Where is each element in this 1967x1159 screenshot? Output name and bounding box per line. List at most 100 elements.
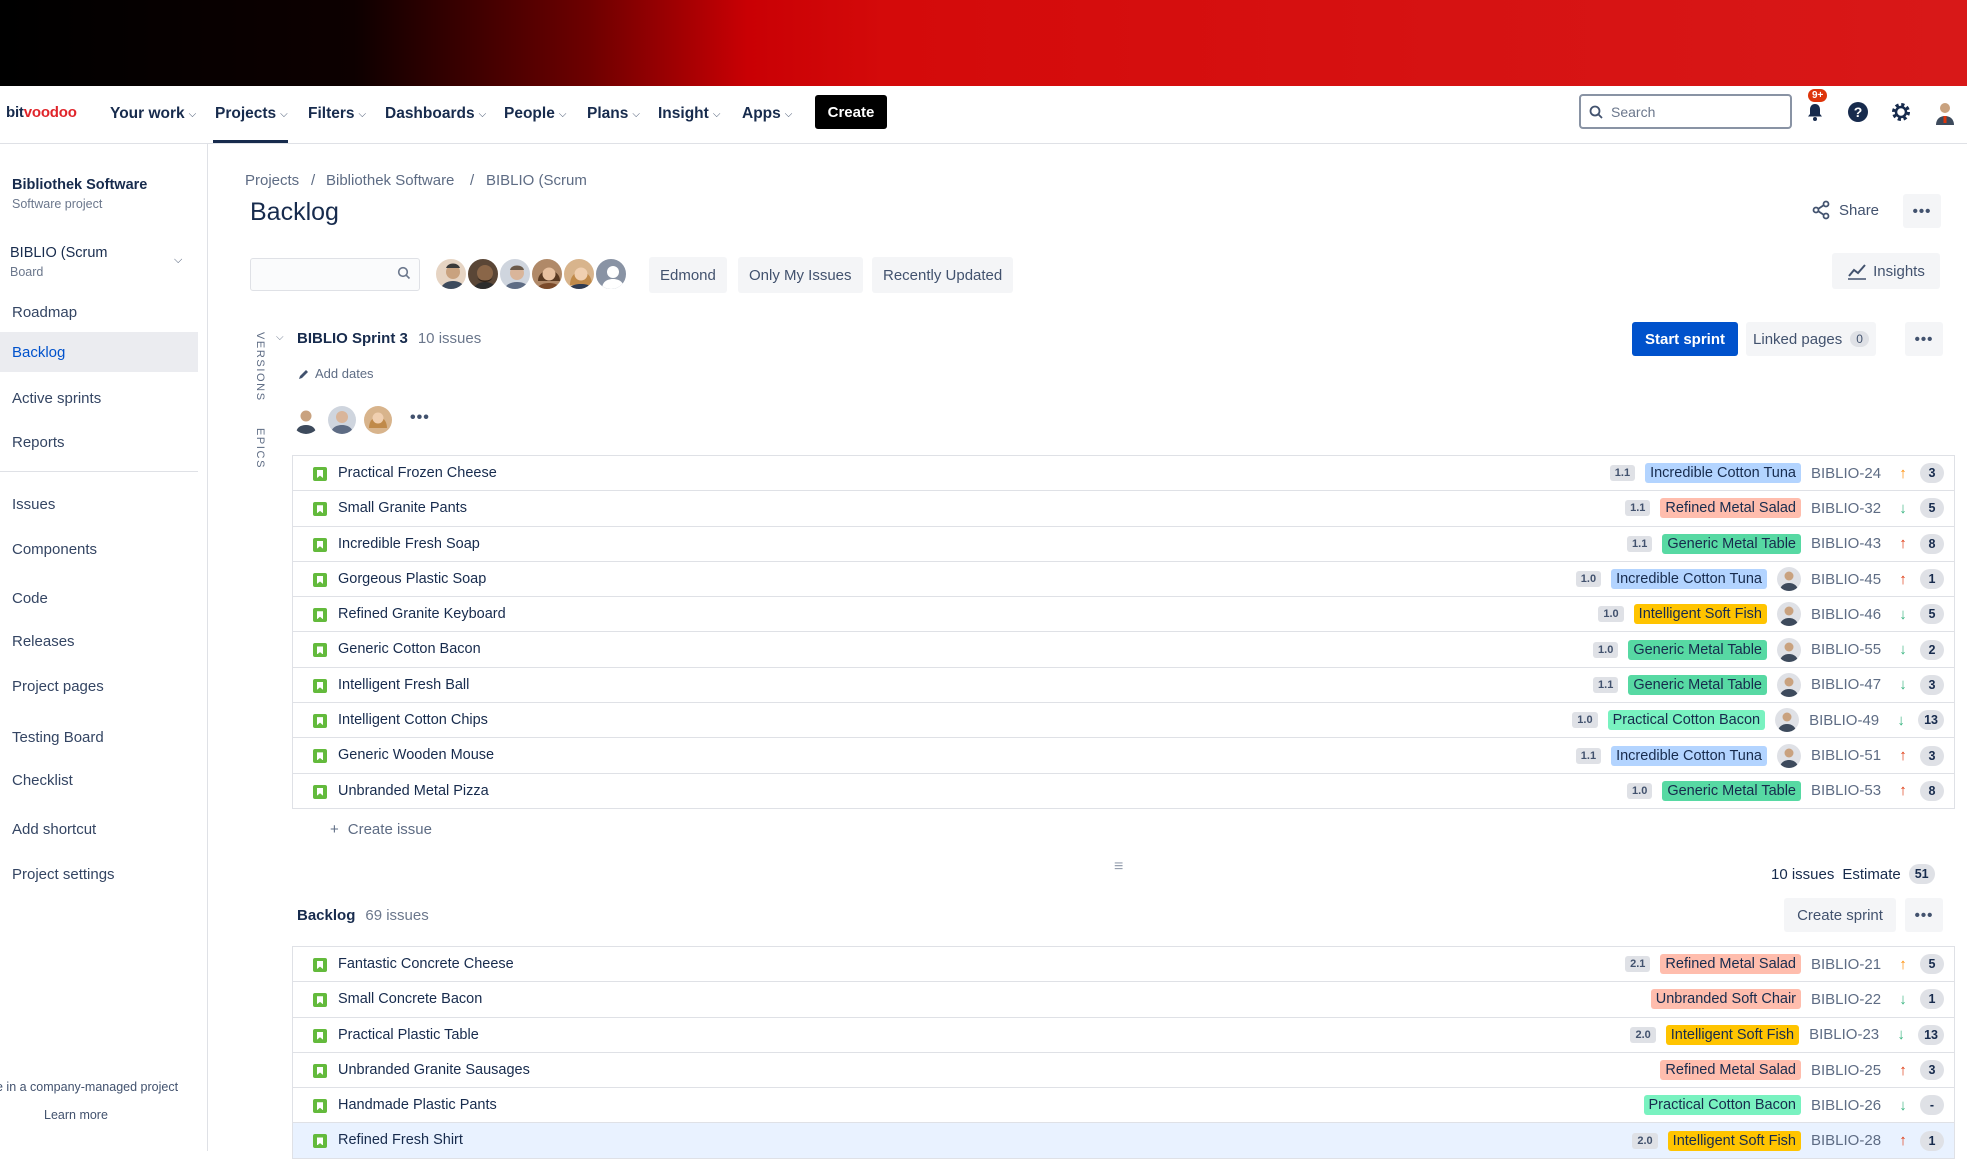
nav-projects[interactable]: Projects ⌵ xyxy=(215,103,288,125)
issue-summary[interactable]: Small Concrete Bacon xyxy=(338,991,482,1007)
issue-key[interactable]: BIBLIO-47 xyxy=(1811,676,1886,693)
sidebar-item-active-sprints[interactable]: Active sprints xyxy=(0,378,198,418)
start-sprint-button[interactable]: Start sprint xyxy=(1632,322,1738,356)
issue-summary[interactable]: Incredible Fresh Soap xyxy=(338,536,480,552)
nav-insight[interactable]: Insight ⌵ xyxy=(658,103,720,125)
add-dates-button[interactable]: Add dates xyxy=(298,366,374,381)
search-input[interactable]: Search xyxy=(1579,94,1792,129)
issue-summary[interactable]: Generic Cotton Bacon xyxy=(338,641,481,657)
epics-tab[interactable]: EPICS xyxy=(254,428,266,469)
issue-key[interactable]: BIBLIO-21 xyxy=(1811,956,1886,973)
epic-lozenge[interactable]: Generic Metal Table xyxy=(1662,780,1801,801)
collapse-sprint-icon[interactable]: ⌵ xyxy=(276,332,284,343)
issue-key[interactable]: BIBLIO-23 xyxy=(1809,1026,1884,1043)
more-assignees-icon[interactable]: ••• xyxy=(410,409,430,427)
issue-row[interactable]: Incredible Fresh Soap 1.1 Generic Metal Ta… xyxy=(293,526,1954,562)
assignee-avatar[interactable] xyxy=(1777,743,1801,768)
epic-lozenge[interactable]: Incredible Cotton Tuna xyxy=(1611,569,1767,590)
avatar[interactable] xyxy=(498,257,532,291)
issue-summary[interactable]: Practical Frozen Cheese xyxy=(338,465,497,481)
avatar[interactable] xyxy=(466,257,500,291)
drag-handle-icon[interactable]: ≡ xyxy=(1114,858,1123,876)
chevron-down-icon[interactable]: ⌵ xyxy=(174,254,182,267)
board-selector[interactable]: BIBLIO (Scrum xyxy=(10,245,108,261)
issue-key[interactable]: BIBLIO-28 xyxy=(1811,1132,1886,1149)
issue-key[interactable]: BIBLIO-26 xyxy=(1811,1097,1886,1114)
issue-row[interactable]: Unbranded Granite Sausages Refined Metal … xyxy=(293,1052,1954,1089)
sidebar-item-checklist[interactable]: Checklist xyxy=(0,760,198,800)
avatar[interactable] xyxy=(530,257,564,291)
avatar[interactable] xyxy=(434,257,468,291)
filter-only-my-issues[interactable]: Only My Issues xyxy=(738,257,863,293)
sidebar-item-add-shortcut[interactable]: Add shortcut xyxy=(0,809,198,849)
nav-people[interactable]: People ⌵ xyxy=(504,103,566,125)
avatar[interactable] xyxy=(364,406,392,434)
backlog-more-button[interactable]: ••• xyxy=(1905,898,1943,932)
epic-lozenge[interactable]: Generic Metal Table xyxy=(1662,533,1801,554)
issue-summary[interactable]: Handmade Plastic Pants xyxy=(338,1097,497,1113)
sidebar-item-project-settings[interactable]: Project settings xyxy=(0,854,198,894)
issue-row[interactable]: Practical Plastic Table 2.0 Intelligent So… xyxy=(293,1017,1954,1053)
issue-summary[interactable]: Refined Fresh Shirt xyxy=(338,1132,463,1148)
issue-key[interactable]: BIBLIO-51 xyxy=(1811,747,1886,764)
filter-recently-updated[interactable]: Recently Updated xyxy=(872,257,1014,293)
issue-key[interactable]: BIBLIO-55 xyxy=(1811,641,1886,658)
issue-row[interactable]: Intelligent Fresh Ball 1.1 Generic Metal T… xyxy=(293,667,1954,704)
issue-row[interactable]: Small Concrete Bacon Unbranded Soft Chair… xyxy=(293,982,1954,1018)
nav-apps[interactable]: Apps ⌵ xyxy=(742,103,792,125)
assignee-avatar[interactable] xyxy=(1777,567,1801,592)
epic-lozenge[interactable]: Intelligent Soft Fish xyxy=(1633,604,1767,625)
epic-lozenge[interactable]: Refined Metal Salad xyxy=(1660,1060,1801,1081)
create-sprint-button[interactable]: Create sprint xyxy=(1784,898,1896,932)
epic-lozenge[interactable]: Generic Metal Table xyxy=(1628,674,1767,695)
epic-lozenge[interactable]: Incredible Cotton Tuna xyxy=(1611,745,1767,766)
breadcrumb-board[interactable]: BIBLIO (Scrum xyxy=(486,172,587,189)
page-more-button[interactable]: ••• xyxy=(1903,194,1941,228)
issue-summary[interactable]: Practical Plastic Table xyxy=(338,1027,479,1043)
nav-your-work[interactable]: Your work ⌵ xyxy=(110,103,196,125)
epic-lozenge[interactable]: Practical Cotton Bacon xyxy=(1643,1095,1801,1116)
sidebar-item-roadmap[interactable]: Roadmap xyxy=(0,292,198,332)
assignee-avatar[interactable] xyxy=(1777,602,1801,627)
nav-plans[interactable]: Plans ⌵ xyxy=(587,103,640,125)
issue-summary[interactable]: Fantastic Concrete Cheese xyxy=(338,956,514,972)
backlog-search-input[interactable] xyxy=(250,258,420,291)
epic-lozenge[interactable]: Incredible Cotton Tuna xyxy=(1645,463,1801,484)
settings-button[interactable] xyxy=(1887,98,1915,126)
sidebar-item-project-pages[interactable]: Project pages xyxy=(0,666,198,706)
filter-edmond[interactable]: Edmond xyxy=(649,257,727,293)
linked-pages-button[interactable]: Linked pages 0 xyxy=(1746,322,1876,356)
epic-lozenge[interactable]: Unbranded Soft Chair xyxy=(1650,989,1801,1010)
issue-key[interactable]: BIBLIO-22 xyxy=(1811,991,1886,1008)
versions-tab[interactable]: VERSIONS xyxy=(254,332,266,402)
sidebar-item-components[interactable]: Components xyxy=(0,529,198,569)
issue-summary[interactable]: Unbranded Granite Sausages xyxy=(338,1062,530,1078)
epic-lozenge[interactable]: Refined Metal Salad xyxy=(1660,954,1801,975)
insights-button[interactable]: Insights xyxy=(1832,253,1940,289)
epic-lozenge[interactable]: Generic Metal Table xyxy=(1628,639,1767,660)
help-button[interactable]: ? xyxy=(1844,98,1872,126)
issue-key[interactable]: BIBLIO-45 xyxy=(1811,571,1886,588)
issue-summary[interactable]: Refined Granite Keyboard xyxy=(338,606,506,622)
issue-row[interactable]: Fantastic Concrete Cheese 2.1 Refined Meta… xyxy=(293,947,1954,983)
sidebar-item-releases[interactable]: Releases xyxy=(0,621,198,661)
issue-summary[interactable]: Gorgeous Plastic Soap xyxy=(338,571,486,587)
issue-row[interactable]: Refined Fresh Shirt 2.0 Intelligent Soft F… xyxy=(293,1123,1954,1159)
epic-lozenge[interactable]: Intelligent Soft Fish xyxy=(1665,1024,1800,1045)
epic-lozenge[interactable]: Practical Cotton Bacon xyxy=(1607,710,1766,731)
nav-dashboards[interactable]: Dashboards ⌵ xyxy=(385,103,486,125)
learn-more-link[interactable]: Learn more xyxy=(44,1108,108,1122)
issue-row[interactable]: Small Granite Pants 1.1 Refined Metal Sala… xyxy=(293,491,1954,527)
sidebar-item-reports[interactable]: Reports xyxy=(0,422,198,462)
sidebar-item-issues[interactable]: Issues xyxy=(0,484,198,524)
issue-key[interactable]: BIBLIO-49 xyxy=(1809,712,1884,729)
profile-avatar[interactable] xyxy=(1931,98,1959,126)
assignee-avatar[interactable] xyxy=(1777,672,1801,697)
issue-key[interactable]: BIBLIO-25 xyxy=(1811,1062,1886,1079)
create-button[interactable]: Create xyxy=(815,95,887,129)
avatar[interactable] xyxy=(562,257,596,291)
issue-summary[interactable]: Unbranded Metal Pizza xyxy=(338,783,489,799)
breadcrumb-project[interactable]: Bibliothek Software xyxy=(326,172,454,189)
sidebar-item-backlog[interactable]: Backlog xyxy=(0,332,198,372)
epic-lozenge[interactable]: Refined Metal Salad xyxy=(1660,498,1801,519)
